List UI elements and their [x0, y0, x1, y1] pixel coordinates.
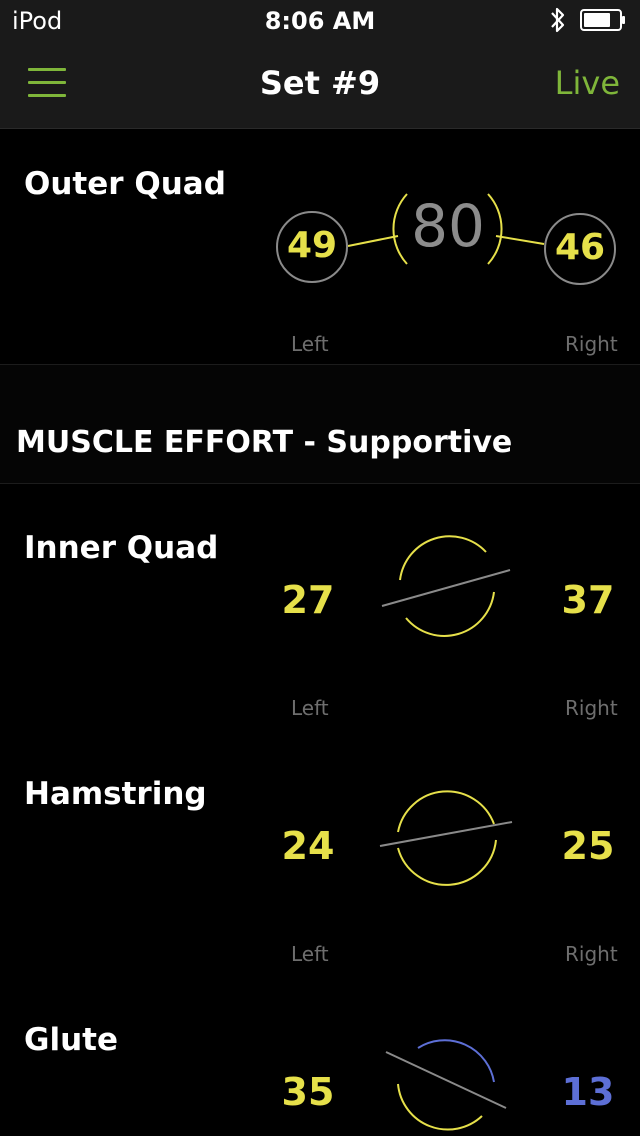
- glute-label: Glute: [24, 1022, 118, 1058]
- screen: iPod 8:06 AM Set #9 Live Outer Quad 49 8…: [0, 0, 640, 1136]
- inner-quad-left-label: Left: [291, 696, 329, 720]
- outer-quad-total-value: 80: [411, 192, 485, 260]
- glute-right-value: 13: [561, 1070, 615, 1114]
- section-header: MUSCLE EFFORT - Supportive: [0, 364, 640, 484]
- clock: 8:06 AM: [264, 7, 376, 35]
- inner-quad-right-value: 37: [561, 578, 615, 622]
- inner-quad-left-value: 27: [281, 578, 335, 622]
- outer-quad-label: Outer Quad: [24, 166, 226, 202]
- hamstring-right-value: 25: [561, 824, 615, 868]
- outer-quad-left-value: 49: [286, 225, 338, 266]
- hamstring-left-value: 24: [281, 824, 335, 868]
- bluetooth-icon: [551, 7, 565, 33]
- glute-balance-gauge: [385, 1039, 507, 1131]
- status-bar: iPod 8:06 AM: [0, 0, 640, 40]
- outer-quad-right-value: 46: [554, 227, 606, 268]
- hamstring-right-label: Right: [565, 942, 618, 966]
- battery-icon: [580, 9, 625, 31]
- inner-quad-right-label: Right: [565, 696, 618, 720]
- live-button[interactable]: Live: [555, 64, 620, 102]
- hamstring-balance-gauge: [379, 790, 513, 886]
- outer-quad-left-label: Left: [291, 332, 329, 356]
- inner-quad-balance-gauge: [381, 535, 511, 637]
- page-title: Set #9: [259, 64, 381, 102]
- outer-quad-right-label: Right: [565, 332, 618, 356]
- inner-quad-label: Inner Quad: [24, 530, 219, 566]
- hamstring-label: Hamstring: [24, 776, 207, 812]
- hamstring-left-label: Left: [291, 942, 329, 966]
- glute-left-value: 35: [281, 1070, 335, 1114]
- section-title: MUSCLE EFFORT - Supportive: [16, 425, 513, 460]
- nav-bar: Set #9 Live: [0, 40, 640, 129]
